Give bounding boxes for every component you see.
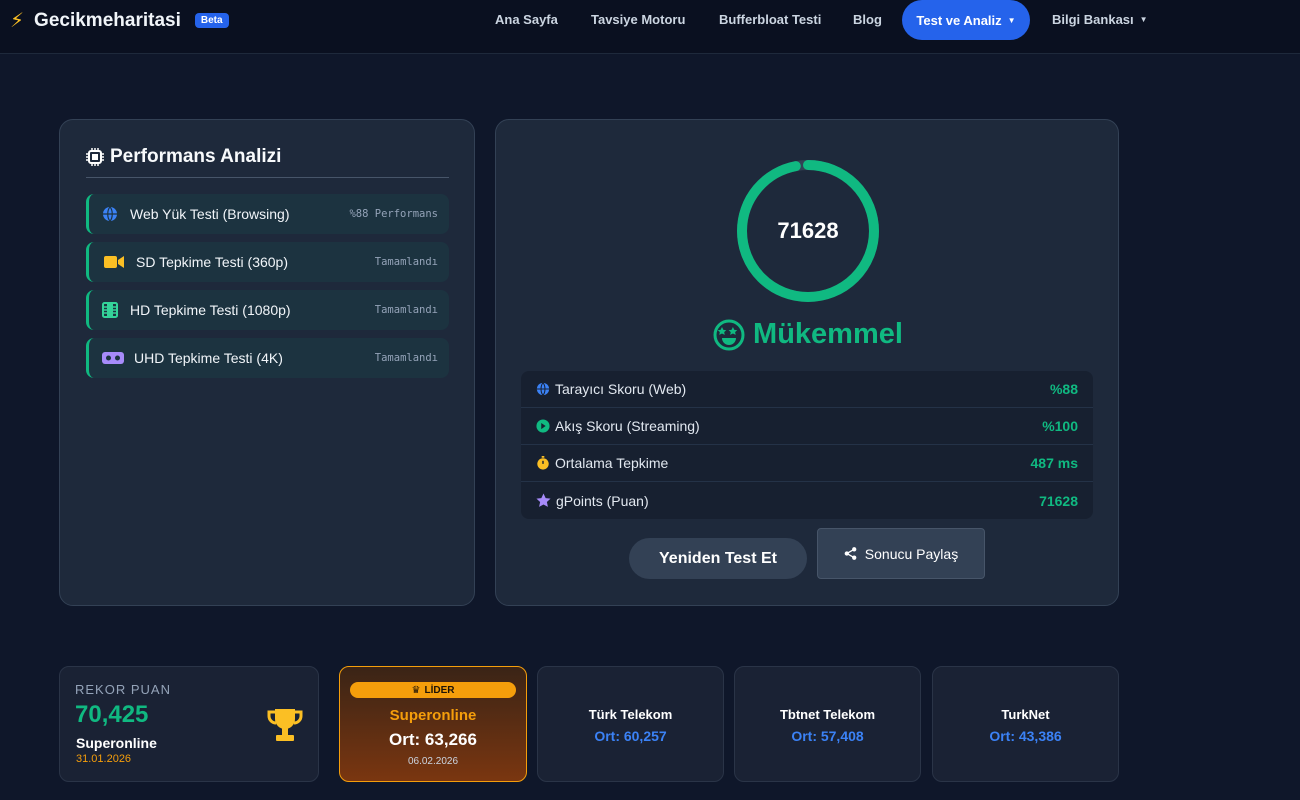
share-label: Sonucu Paylaş — [864, 545, 959, 562]
stat-label: Ortalama Tepkime — [555, 455, 669, 471]
stat-row-streaming: Akış Skoru (Streaming) %100 — [521, 408, 1093, 445]
stopwatch-icon — [537, 456, 549, 470]
chevron-down-icon: ▼ — [1007, 15, 1016, 25]
performance-title: Performans Analizi — [86, 146, 281, 168]
share-icon — [844, 547, 857, 560]
star-struck-face-icon — [713, 319, 745, 350]
divider — [86, 177, 449, 178]
isp-name: Türk Telekom — [588, 707, 673, 722]
test-item-sd: SD Tepkime Testi (360p) Tamamlandı — [86, 242, 449, 282]
stat-label: Akış Skoru (Streaming) — [555, 418, 700, 434]
isp-avg: Ort: 43,386 — [989, 728, 1062, 744]
crown-icon: ♛ — [411, 684, 421, 696]
stat-value: %100 — [1042, 418, 1078, 434]
brand[interactable]: ⚡ Gecikmeharitasi Beta — [10, 8, 229, 33]
nav-knowledge-label: Bilgi Bankası — [1052, 12, 1134, 27]
verdict-text: Mükemmel — [753, 318, 903, 350]
nav-home[interactable]: Ana Sayfa — [495, 12, 558, 27]
stats-table: Tarayıcı Skoru (Web) %88 Akış Skoru (Str… — [521, 371, 1093, 519]
stat-label: Tarayıcı Skoru (Web) — [555, 381, 687, 397]
verdict: Mükemmel — [496, 318, 1120, 351]
record-label: REKOR PUAN — [75, 682, 171, 697]
test-status: Tamamlandı — [374, 304, 438, 316]
leader-avg: Ort: 63,266 — [389, 730, 477, 749]
globe-icon — [536, 382, 550, 396]
leader-badge-label: LİDER — [424, 684, 455, 696]
stat-value: 71628 — [1039, 492, 1078, 509]
nav-blog[interactable]: Blog — [853, 12, 882, 27]
nav-knowledge[interactable]: Bilgi Bankası ▼ — [1052, 12, 1148, 27]
record-card: REKOR PUAN 70,425 Superonline 31.01.2026 — [59, 666, 319, 782]
isp-card: Türk Telekom Ort: 60,257 — [537, 666, 724, 782]
isp-card: Tbtnet Telekom Ort: 57,408 — [734, 666, 921, 782]
vr-headset-icon — [102, 350, 124, 366]
score-card: 71628 Mükemmel Tarayıcı Skoru (Web) %88 … — [495, 119, 1119, 606]
lightning-icon: ⚡ — [10, 10, 25, 32]
test-label: HD Tepkime Testi (1080p) — [130, 302, 291, 318]
score-value: 71628 — [777, 218, 839, 243]
share-button[interactable]: Sonucu Paylaş — [817, 528, 985, 579]
nav-test-analysis-label: Test ve Analiz — [916, 12, 1002, 28]
performance-title-text: Performans Analizi — [110, 146, 282, 167]
chevron-down-icon: ▼ — [1139, 15, 1148, 24]
test-item-hd: HD Tepkime Testi (1080p) Tamamlandı — [86, 290, 449, 330]
play-circle-icon — [536, 419, 550, 433]
brand-name: Gecikmeharitasi — [34, 9, 181, 31]
test-item-web: Web Yük Testi (Browsing) %88 Performans — [86, 194, 449, 234]
isp-name: Tbtnet Telekom — [779, 707, 876, 722]
record-isp: Superonline — [76, 735, 157, 751]
beta-badge: Beta — [194, 13, 229, 28]
test-label: SD Tepkime Testi (360p) — [136, 254, 288, 270]
isp-avg: Ort: 57,408 — [791, 728, 864, 744]
film-icon — [102, 302, 118, 318]
leader-badge: ♛ LİDER — [350, 682, 516, 698]
leader-card: ♛ LİDER Superonline Ort: 63,266 06.02.20… — [339, 666, 527, 782]
record-date: 31.01.2026 — [76, 753, 132, 765]
globe-icon — [102, 206, 118, 222]
nav-bufferbloat[interactable]: Bufferbloat Testi — [719, 12, 821, 27]
nav-test-analysis[interactable]: Test ve Analiz ▼ — [902, 0, 1030, 40]
isp-name: TurkNet — [1001, 707, 1050, 722]
test-label: Web Yük Testi (Browsing) — [130, 206, 290, 222]
video-camera-icon — [104, 254, 124, 270]
stat-row-latency: Ortalama Tepkime 487 ms — [521, 445, 1093, 482]
stat-value: %88 — [1049, 381, 1078, 397]
performance-card: Performans Analizi Web Yük Testi (Browsi… — [59, 119, 475, 606]
retest-button[interactable]: Yeniden Test Et — [629, 538, 807, 579]
stat-value: 487 ms — [1030, 455, 1078, 471]
test-status: Tamamlandı — [374, 256, 438, 268]
isp-card: TurkNet Ort: 43,386 — [932, 666, 1119, 782]
leader-date: 06.02.2026 — [407, 756, 459, 767]
record-score: 70,425 — [75, 701, 149, 728]
test-status: Tamamlandı — [374, 352, 438, 364]
trophy-icon — [267, 709, 303, 741]
isp-avg: Ort: 60,257 — [594, 728, 667, 744]
test-status: %88 Performans — [349, 208, 438, 220]
stat-row-web: Tarayıcı Skoru (Web) %88 — [521, 371, 1093, 408]
stat-label: gPoints (Puan) — [556, 492, 649, 509]
cpu-icon — [86, 148, 104, 166]
test-label: UHD Tepkime Testi (4K) — [134, 350, 283, 366]
test-item-uhd: UHD Tepkime Testi (4K) Tamamlandı — [86, 338, 449, 378]
leader-isp: Superonline — [389, 707, 477, 724]
navbar: ⚡ Gecikmeharitasi Beta Ana Sayfa Tavsiye… — [0, 0, 1300, 54]
nav-recommendation[interactable]: Tavsiye Motoru — [591, 12, 685, 27]
star-icon — [536, 493, 551, 507]
stat-row-gpoints: gPoints (Puan) 71628 — [521, 482, 1093, 519]
